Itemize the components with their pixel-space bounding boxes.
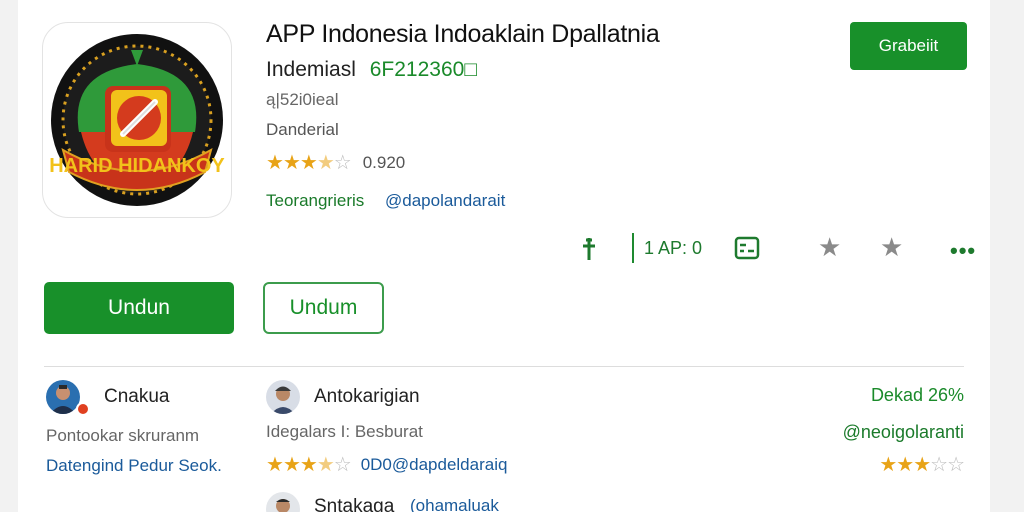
- avatar[interactable]: [46, 380, 80, 414]
- app-code: 6F212360□: [369, 58, 478, 81]
- size-info: 1 AP: 0: [644, 238, 703, 258]
- star-icon: ☆: [947, 454, 965, 476]
- star-icon: ★: [299, 454, 318, 476]
- person-avatar-icon: [46, 380, 80, 414]
- pin-icon[interactable]: [580, 236, 598, 262]
- star-icon: ★: [282, 152, 301, 174]
- star-icon: ★: [299, 152, 318, 174]
- developer-name[interactable]: Indemiasl: [266, 58, 356, 81]
- person-avatar-icon: [266, 492, 300, 512]
- app-icon[interactable]: HARID HIDANKOY: [42, 22, 232, 218]
- avatar[interactable]: [266, 380, 300, 414]
- install-button[interactable]: Undun: [44, 282, 234, 334]
- review-subtitle: Pontookar skruranm: [46, 426, 200, 445]
- secondary-install-button[interactable]: Undum: [263, 282, 384, 334]
- app-meta-2: Danderial: [266, 120, 339, 139]
- avatar[interactable]: [266, 492, 300, 512]
- app-title: APP Indonesia Indoaklain Dpallatnia: [266, 20, 660, 48]
- star-icon: ☆: [333, 152, 352, 174]
- developer-line: Indemiasl 6F212360□: [266, 58, 477, 82]
- person-avatar-icon: [266, 380, 300, 414]
- section-divider: [44, 366, 964, 367]
- reviewer-name[interactable]: Sntakaga: [314, 496, 394, 512]
- review-link[interactable]: Datengind Pedur Seok.: [46, 456, 222, 476]
- developer-handle-link[interactable]: @dapolandarait: [385, 191, 505, 210]
- star-icon[interactable]: ★: [880, 234, 903, 260]
- star-icon: ☆: [333, 454, 352, 476]
- star-icon: ★: [266, 152, 284, 174]
- reviewer-name[interactable]: Cnakua: [104, 386, 170, 408]
- review-handle[interactable]: (ohamaluak: [410, 496, 499, 512]
- app-tags: Teorangrieris @dapolandarait: [266, 191, 505, 211]
- summary-stars: ★ ★ ★ ☆ ☆: [879, 452, 965, 477]
- summary-handle[interactable]: @neoigolaranti: [843, 422, 964, 443]
- review-stars: ★ ★ ★ ★ ☆: [266, 452, 352, 477]
- review-subtitle: Idegalars I: Besburat: [266, 422, 423, 441]
- summary-rating: ★ ★ ★ ☆ ☆: [879, 452, 965, 477]
- rating-value: 0.920: [362, 152, 406, 172]
- star-icon: ★: [913, 454, 931, 476]
- action-divider: [632, 233, 634, 263]
- star-icon: ★: [316, 152, 335, 174]
- verified-badge-icon: [76, 402, 90, 416]
- star-icon: ☆: [930, 454, 948, 476]
- action-row: 1 AP: 0 ★ ★ •••: [570, 230, 980, 268]
- review-handle[interactable]: 0D0@dapdeldaraiq: [361, 455, 508, 475]
- grid-icon[interactable]: [734, 236, 760, 260]
- app-detail-card: HARID HIDANKOY APP Indonesia Indoaklain …: [18, 0, 990, 512]
- star-icon: ★: [316, 454, 335, 476]
- summary-percent: Dekad 26%: [870, 385, 964, 405]
- star-icon: ★: [879, 454, 897, 476]
- star-icon: ★: [266, 454, 284, 476]
- star-icon[interactable]: ★: [818, 234, 841, 260]
- more-icon[interactable]: •••: [950, 240, 976, 262]
- reviewer-name[interactable]: Antokarigian: [314, 386, 420, 408]
- app-rating: ★ ★ ★ ★ ☆ 0.920: [266, 150, 405, 175]
- star-icon: ★: [282, 454, 301, 476]
- rating-stars: ★ ★ ★ ★ ☆: [266, 150, 352, 175]
- app-logo-graphic: HARID HIDANKOY: [49, 34, 225, 206]
- app-meta-1: ą|52i0ieal: [266, 90, 339, 109]
- review-rating: ★ ★ ★ ★ ☆ 0D0@dapdeldaraiq: [266, 452, 507, 477]
- header-action-button[interactable]: Grabeiit: [850, 22, 967, 70]
- app-logo-text: HARID HIDANKOY: [49, 155, 225, 177]
- category-tag[interactable]: Teorangrieris: [266, 191, 364, 210]
- star-icon: ★: [896, 454, 914, 476]
